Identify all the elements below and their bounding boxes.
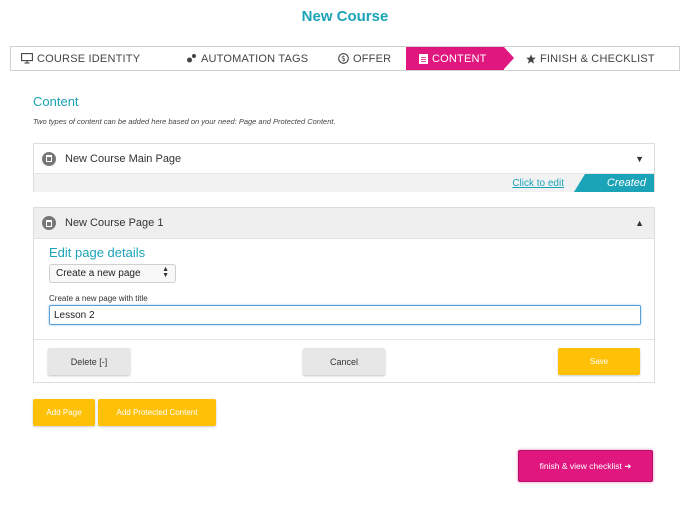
panel-title: New Course Main Page	[65, 152, 182, 165]
status-badge: Created	[574, 174, 654, 192]
step-label: FINISH & CHECKLIST	[540, 52, 655, 65]
page-type-select[interactable]: Create a new page ▲ ▼	[49, 264, 176, 283]
save-button[interactable]: Save	[558, 348, 640, 375]
select-value: Create a new page	[56, 268, 141, 279]
step-offer[interactable]: $ OFFER	[326, 47, 406, 70]
delete-button[interactable]: Delete [-]	[48, 348, 130, 375]
step-automation-tags[interactable]: AUTOMATION TAGS	[174, 47, 326, 70]
monitor-icon	[21, 53, 33, 64]
step-content[interactable]: CONTENT	[406, 47, 514, 70]
select-arrows-icon: ▲ ▼	[162, 266, 169, 279]
edit-page-details-heading: Edit page details	[49, 245, 146, 260]
click-to-edit-link[interactable]: Click to edit	[512, 178, 564, 189]
panel-actions: Delete [-] Cancel Save	[34, 339, 654, 383]
content-description: Two types of content can be added here b…	[33, 117, 336, 126]
svg-text:$: $	[341, 54, 346, 63]
step-finish-checklist[interactable]: FINISH & CHECKLIST	[504, 47, 679, 70]
page-icon	[42, 151, 56, 166]
step-label: AUTOMATION TAGS	[201, 52, 309, 65]
content-section-title: Content	[33, 94, 79, 109]
document-icon	[419, 53, 428, 64]
page-title-input[interactable]	[49, 305, 641, 325]
panel-header[interactable]: New Course Main Page ▼	[34, 144, 654, 173]
star-icon	[526, 53, 536, 64]
add-page-button[interactable]: Add Page	[33, 399, 95, 426]
step-course-identity[interactable]: COURSE IDENTITY	[11, 47, 174, 70]
wizard-steps: COURSE IDENTITY AUTOMATION TAGS $ OFFER …	[10, 46, 680, 71]
expand-icon[interactable]: ▼	[635, 154, 644, 164]
panel-title: New Course Page 1	[65, 217, 164, 229]
tags-icon	[186, 53, 197, 64]
panel-header[interactable]: New Course Page 1 ▲	[34, 208, 654, 239]
add-protected-content-button[interactable]: Add Protected Content	[98, 399, 216, 426]
step-label: CONTENT	[432, 52, 487, 65]
page-title: New Course	[301, 8, 389, 25]
page-title-label: Create a new page with title	[49, 294, 148, 303]
panel-footer: Click to edit Created	[34, 173, 654, 192]
cancel-button[interactable]: Cancel	[303, 348, 385, 375]
finish-checklist-button[interactable]: finish & view checklist ➜	[518, 450, 653, 482]
content-page-panel: New Course Main Page ▼ Click to edit Cre…	[33, 143, 655, 192]
step-label: OFFER	[353, 52, 392, 65]
page-icon	[42, 216, 56, 230]
dollar-circle-icon: $	[338, 53, 349, 64]
step-label: COURSE IDENTITY	[37, 52, 141, 65]
content-page-panel: New Course Page 1 ▲ Edit page details Cr…	[33, 207, 655, 383]
collapse-icon[interactable]: ▲	[635, 218, 644, 228]
